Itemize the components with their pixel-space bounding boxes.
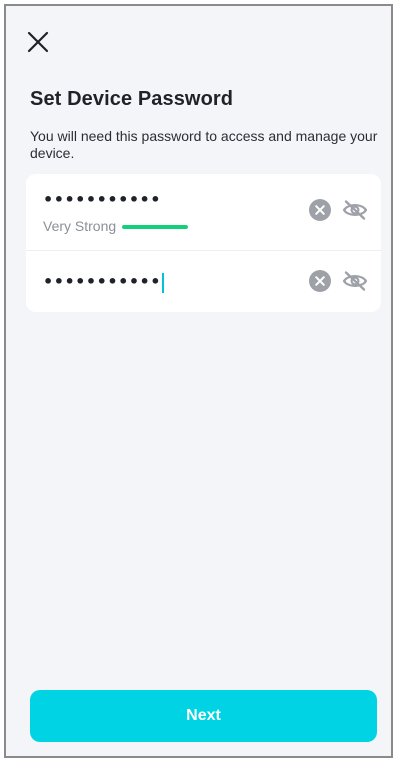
confirm-password-field[interactable]: ••••••••••• xyxy=(43,272,164,293)
screen: Set Device Password You will need this p… xyxy=(4,4,393,758)
password-row: ••••••••••• Very Strong xyxy=(26,174,381,251)
password-clear-button[interactable] xyxy=(309,199,331,221)
clear-circle-icon xyxy=(309,270,331,292)
password-visibility-toggle[interactable] xyxy=(342,199,368,221)
next-button[interactable]: Next xyxy=(30,690,377,742)
strength-label: Very Strong xyxy=(43,218,117,234)
page-title: Set Device Password xyxy=(30,88,234,110)
page-subtitle: You will need this password to access an… xyxy=(30,128,378,161)
strength-meter-fill xyxy=(122,225,188,229)
clear-circle-icon xyxy=(309,199,331,221)
password-card: ••••••••••• Very Strong ••••••••••• xyxy=(26,174,381,312)
confirm-visibility-toggle[interactable] xyxy=(342,270,368,292)
text-cursor xyxy=(162,272,164,293)
close-button[interactable] xyxy=(24,28,52,56)
eye-off-icon xyxy=(342,200,368,220)
confirm-password-row: ••••••••••• xyxy=(26,251,381,312)
confirm-clear-button[interactable] xyxy=(309,270,331,292)
password-field[interactable]: ••••••••••• xyxy=(43,190,161,209)
eye-off-icon xyxy=(342,271,368,291)
confirm-password-value: ••••••••••• xyxy=(43,272,161,291)
close-icon xyxy=(27,31,49,53)
strength-meter xyxy=(122,225,188,229)
